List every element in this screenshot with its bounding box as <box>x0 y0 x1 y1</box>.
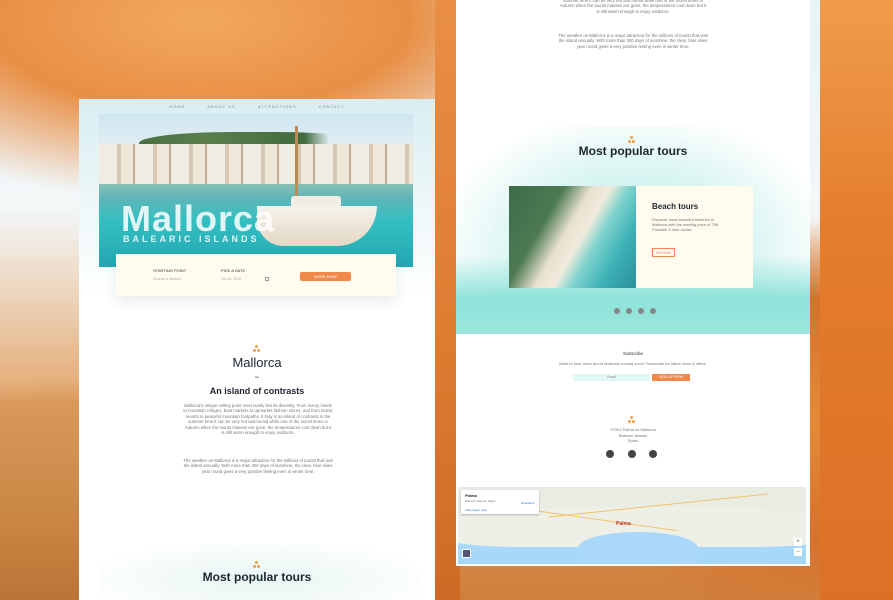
background-rock-left <box>0 400 80 600</box>
beach-tour-image <box>509 186 636 288</box>
booking-bar: STARTING POINT Choose a location PICK A … <box>116 254 396 296</box>
beach-tour-card: Beach tours Discover most beautiful beac… <box>636 186 753 288</box>
hero-subtitle: BALEARIC ISLANDS <box>123 234 260 244</box>
page-mockup-left: HOME ABOUT US ATTRACTIONS CONTACT Mallor… <box>79 99 435 600</box>
address-line-3: Spain <box>627 438 639 443</box>
intro-paragraph-1-tail: summer time it can be very hot and humid… <box>559 0 707 14</box>
brand-dots-icon <box>628 136 636 143</box>
tours-heading: Most popular tours <box>578 144 688 158</box>
nav-item-home[interactable]: HOME <box>169 104 185 109</box>
map-city-label: Palma <box>616 521 631 527</box>
map-bay <box>578 532 698 564</box>
instagram-icon[interactable] <box>628 450 636 458</box>
nav-item-contact[interactable]: CONTACT <box>319 104 345 109</box>
map-place: Palma <box>465 493 477 498</box>
zoom-in-button[interactable]: + <box>794 538 802 546</box>
date-label: PICK A DATE <box>221 268 246 273</box>
sign-up-button[interactable]: SIGN UP NOW <box>652 374 690 381</box>
slider-dot-2[interactable] <box>626 308 632 314</box>
intro-subheading: An island of contrasts <box>209 386 305 396</box>
main-nav: HOME ABOUT US ATTRACTIONS CONTACT <box>79 104 435 109</box>
slider-dot-1[interactable] <box>614 308 620 314</box>
background-rock-right <box>820 0 893 600</box>
pinterest-icon[interactable] <box>649 450 657 458</box>
brand-dots-icon <box>253 561 261 568</box>
map-address: Balearic Islands, Spain <box>465 499 496 503</box>
intro-paragraph-2: The weather on Mallorca is a major attra… <box>183 458 333 474</box>
slider-dot-3[interactable] <box>638 308 644 314</box>
calendar-icon[interactable] <box>265 277 269 281</box>
directions-link[interactable]: Directions <box>521 501 534 505</box>
view-larger-map-link[interactable]: View larger map <box>465 508 487 512</box>
brand-dots-icon <box>628 416 636 423</box>
see-more-button[interactable]: See more <box>652 248 675 257</box>
brand-dots-icon <box>253 345 261 352</box>
location-map[interactable]: Palma Palma Balearic Islands, Spain View… <box>458 487 806 564</box>
start-select[interactable]: Choose a location <box>153 277 181 281</box>
intro-paragraph-1: Mallorca's unique selling point most sur… <box>183 403 333 436</box>
intro-paragraph-2-right: The weather on Mallorca is a major attra… <box>558 33 708 49</box>
email-field[interactable]: Email <box>573 374 650 381</box>
address-block: 07001 Palma de Mallorca Balearic Islands… <box>456 427 810 444</box>
intro-heading: Mallorca <box>232 355 282 370</box>
tour-card-title: Beach tours <box>652 202 699 211</box>
tours-heading-left: Most popular tours <box>202 570 312 584</box>
slider-dot-4[interactable] <box>650 308 656 314</box>
tour-card-text: Discover most beautiful beaches of Mallo… <box>652 217 720 232</box>
zoom-out-button[interactable]: − <box>794 548 802 556</box>
subscribe-text: Want to hear more about Mallorca coming … <box>558 361 708 366</box>
hero-village <box>99 144 413 184</box>
start-label: STARTING POINT <box>153 268 187 273</box>
hero-image: Mallorca BALEARIC ISLANDS <box>99 114 413 267</box>
nav-item-about[interactable]: ABOUT US <box>207 104 235 109</box>
nav-item-attractions[interactable]: ATTRACTIONS <box>258 104 297 109</box>
satellite-toggle[interactable] <box>462 549 471 558</box>
map-info-card: Palma Balearic Islands, Spain View large… <box>461 490 539 514</box>
subscribe-title: Subscribe <box>622 351 643 356</box>
book-now-button[interactable]: BOOK NOW <box>300 272 351 281</box>
date-input[interactable]: Jan 20, 2020 <box>221 277 241 281</box>
page-mockup-right: summer time it can be very hot and humid… <box>456 0 810 566</box>
intro-divider: ~ <box>254 373 260 382</box>
facebook-icon[interactable] <box>606 450 614 458</box>
